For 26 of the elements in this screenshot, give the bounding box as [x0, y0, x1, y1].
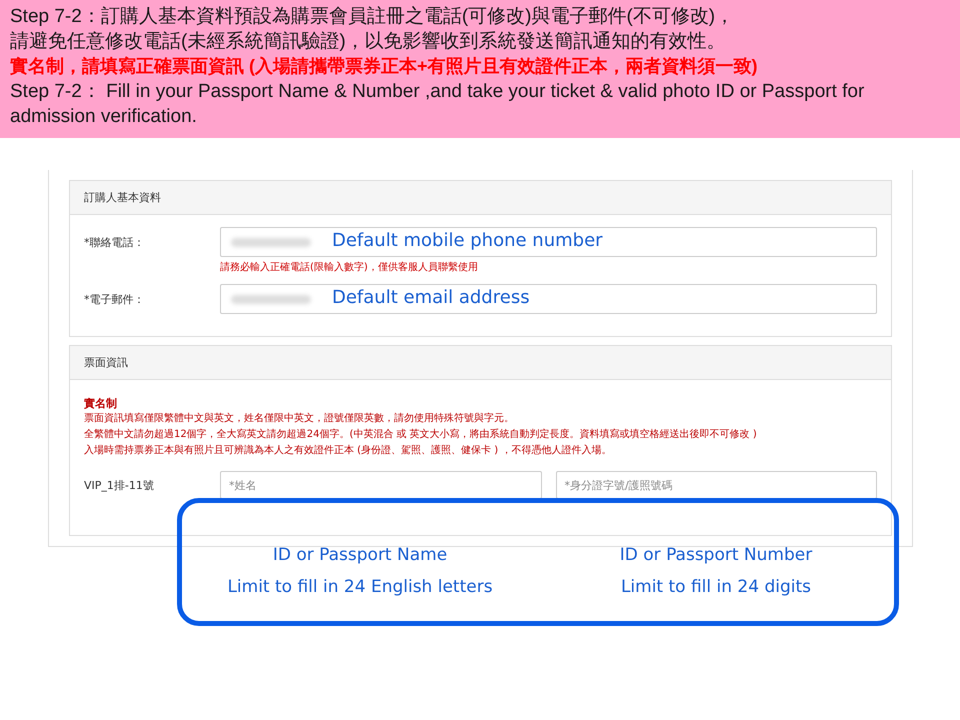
annotation-text: Limit to fill in 24 English letters [227, 576, 493, 599]
annotation-text: ID or Passport Name [272, 544, 448, 567]
placeholder-text: *身分證字號/護照號碼 [564, 478, 673, 492]
instruction-text: Step 7-2： Fill in your Passport Name & Number ,and take your ticket & valid photo ID or Passport for admission verification. [10, 80, 866, 129]
notice-text: 票面資訊填寫僅限繁體中文與英文，姓名僅限中英文，證號僅限英數，請勿使用特殊符號與字元。 [84, 412, 515, 426]
input-field[interactable]: *姓名 [220, 471, 542, 499]
annotation-text: ID or Passport Number [620, 544, 812, 567]
section-title: 訂購人基本資料 [84, 191, 161, 204]
input-field[interactable]: *身分證字號/護照號碼 [556, 471, 877, 499]
field-label: *聯絡電話： [84, 235, 146, 250]
instruction-text: 請避免任意修改電話(未經系統簡訊驗證)，以免影響收到系統發送簡訊通知的有效性。 [10, 30, 727, 54]
input-field[interactable] [220, 227, 877, 257]
seat-label: VIP_1排-11號 [84, 478, 155, 492]
notice-title: 實名制 [84, 396, 118, 411]
instruction-text: 實名制，請填寫正確票面資訊 (入場請攜帶票券正本+有照片且有效證件正本，兩者資料須一致) [10, 55, 759, 78]
notice-text: 入場時需持票券正本與有照片且可辨識為本人之有效證件正本 (身份證、駕照、護照、健保卡 ) ，不得憑他人證件入場。 [84, 444, 612, 458]
instruction-text: Step 7-2：訂購人基本資料預設為購票會員註冊之電話(可修改)與電子郵件(不可修改)， [10, 5, 736, 29]
field-note: 請務必輸入正確電話(限輸入數字)，僅供客服人員聯繫使用 [220, 260, 479, 274]
input-field[interactable] [220, 284, 877, 314]
annotation-text: Default email address [332, 286, 530, 310]
annotation-text: Default mobile phone number [332, 229, 603, 253]
annotation-text: Limit to fill in 24 digits [620, 576, 812, 599]
section-title: 票面資訊 [84, 356, 128, 369]
notice-text: 全繁體中文請勿超過12個字，全大寫英文請勿超過24個字。(中英混合 或 英文大小寫，將由系統自動判定長度。資料填寫或填空格經送出後即不可修改 ) [84, 428, 758, 442]
placeholder-text: *姓名 [229, 478, 256, 492]
field-label: *電子郵件： [84, 292, 146, 307]
